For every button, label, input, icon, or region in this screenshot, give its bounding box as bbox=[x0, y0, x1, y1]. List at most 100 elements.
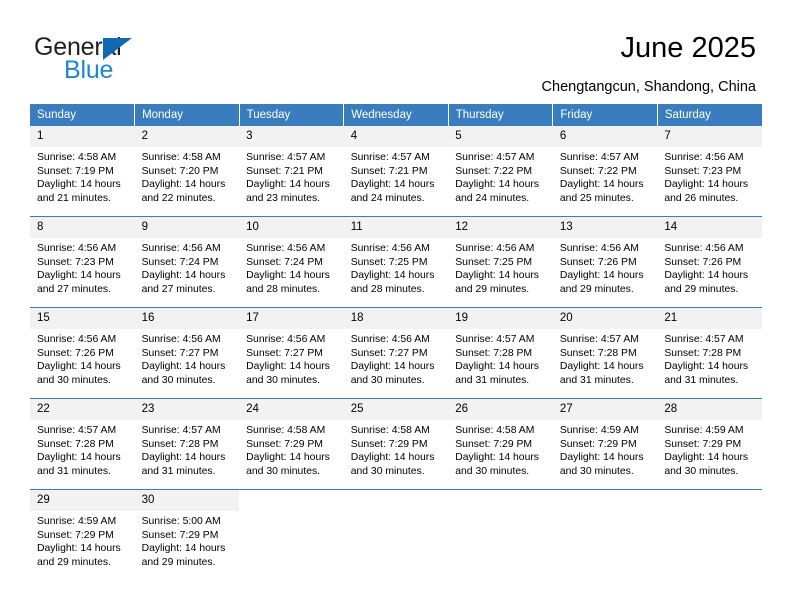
calendar-day-cell[interactable]: 10 Sunrise: 4:56 AM Sunset: 7:24 PM Dayligh… bbox=[239, 216, 344, 308]
calendar-day-cell[interactable]: 22 Sunrise: 4:57 AM Sunset: 7:28 PM Dayligh… bbox=[30, 398, 135, 490]
sunset-text: Sunset: 7:25 PM bbox=[350, 256, 428, 268]
day-number: 20 bbox=[552, 308, 658, 329]
sunset-text: Sunset: 7:28 PM bbox=[37, 438, 114, 450]
calendar-day-cell-empty bbox=[657, 489, 762, 580]
sunset-text: Sunset: 7:27 PM bbox=[246, 347, 323, 359]
daylight-text-line2: and 21 minutes. bbox=[37, 192, 111, 204]
calendar-day-cell[interactable]: 24 Sunrise: 4:58 AM Sunset: 7:29 PM Dayligh… bbox=[239, 398, 344, 490]
calendar-day-cell[interactable]: 4 Sunrise: 4:57 AM Sunset: 7:21 PM Daylight… bbox=[343, 126, 449, 217]
day-details: Sunrise: 4:56 AM Sunset: 7:26 PM Daylight:… bbox=[30, 329, 135, 387]
sunset-text: Sunset: 7:29 PM bbox=[455, 438, 533, 450]
calendar-day-cell[interactable]: 14 Sunrise: 4:56 AM Sunset: 7:26 PM Dayligh… bbox=[657, 216, 762, 308]
sunset-text: Sunset: 7:21 PM bbox=[350, 165, 428, 177]
daylight-text-line2: and 29 minutes. bbox=[664, 283, 739, 295]
day-number: 7 bbox=[657, 126, 762, 147]
calendar-day-cell[interactable]: 12 Sunrise: 4:56 AM Sunset: 7:25 PM Dayligh… bbox=[448, 216, 553, 308]
day-details: Sunrise: 4:57 AM Sunset: 7:22 PM Daylight:… bbox=[448, 147, 553, 205]
calendar-day-cell[interactable]: 29 Sunrise: 4:59 AM Sunset: 7:29 PM Dayligh… bbox=[30, 489, 135, 580]
day-number: 24 bbox=[239, 399, 344, 420]
general-blue-logo[interactable]: General Blue bbox=[34, 33, 254, 85]
day-number: 13 bbox=[552, 217, 658, 238]
calendar-day-cell[interactable]: 9 Sunrise: 4:56 AM Sunset: 7:24 PM Daylight… bbox=[134, 216, 240, 308]
calendar-day-cell[interactable]: 21 Sunrise: 4:57 AM Sunset: 7:28 PM Dayligh… bbox=[657, 307, 762, 399]
day-number: 22 bbox=[30, 399, 135, 420]
calendar-day-cell[interactable]: 15 Sunrise: 4:56 AM Sunset: 7:26 PM Dayligh… bbox=[30, 307, 135, 399]
sunrise-text: Sunrise: 4:56 AM bbox=[455, 243, 535, 254]
day-number: 28 bbox=[657, 399, 762, 420]
calendar-day-cell[interactable]: 8 Sunrise: 4:56 AM Sunset: 7:23 PM Daylight… bbox=[30, 216, 135, 308]
calendar-day-cell[interactable]: 13 Sunrise: 4:56 AM Sunset: 7:26 PM Dayligh… bbox=[552, 216, 658, 308]
calendar-day-cell[interactable]: 1 Sunrise: 4:58 AM Sunset: 7:19 PM Daylight… bbox=[30, 126, 135, 217]
daylight-text-line1: Daylight: 14 hours bbox=[559, 270, 644, 282]
sunset-text: Sunset: 7:29 PM bbox=[559, 438, 637, 450]
calendar-day-cell-empty bbox=[448, 489, 553, 580]
daylight-text-line1: Daylight: 14 hours bbox=[664, 361, 749, 373]
sunset-text: Sunset: 7:26 PM bbox=[37, 347, 114, 359]
sunrise-text: Sunrise: 4:59 AM bbox=[559, 425, 639, 436]
calendar-day-cell[interactable]: 27 Sunrise: 4:59 AM Sunset: 7:29 PM Dayligh… bbox=[552, 398, 658, 490]
calendar-day-cell[interactable]: 18 Sunrise: 4:56 AM Sunset: 7:27 PM Dayligh… bbox=[343, 307, 449, 399]
day-number: 12 bbox=[448, 217, 553, 238]
sunrise-text: Sunrise: 4:56 AM bbox=[246, 334, 326, 345]
sunrise-text: Sunrise: 4:56 AM bbox=[246, 243, 326, 254]
day-number: 18 bbox=[343, 308, 449, 329]
day-number: 4 bbox=[343, 126, 449, 147]
day-details: Sunrise: 4:57 AM Sunset: 7:28 PM Daylight:… bbox=[30, 420, 135, 478]
daylight-text-line1: Daylight: 14 hours bbox=[246, 452, 330, 464]
calendar-day-cell[interactable]: 19 Sunrise: 4:57 AM Sunset: 7:28 PM Dayligh… bbox=[448, 307, 553, 399]
day-number: 21 bbox=[657, 308, 762, 329]
day-number: 17 bbox=[239, 308, 344, 329]
day-number: 25 bbox=[343, 399, 449, 420]
day-details: Sunrise: 4:58 AM Sunset: 7:29 PM Daylight:… bbox=[344, 420, 449, 478]
sunset-text: Sunset: 7:29 PM bbox=[37, 529, 114, 541]
daylight-text-line2: and 29 minutes. bbox=[37, 556, 111, 568]
sunrise-text: Sunrise: 4:57 AM bbox=[141, 425, 221, 436]
sunrise-text: Sunrise: 4:57 AM bbox=[455, 152, 535, 163]
day-details: Sunrise: 5:00 AM Sunset: 7:29 PM Daylight:… bbox=[135, 511, 240, 569]
sunset-text: Sunset: 7:22 PM bbox=[455, 165, 533, 177]
sunrise-text: Sunrise: 4:59 AM bbox=[664, 425, 744, 436]
calendar-page: General Blue June 2025 Chengtangcun, Sha… bbox=[0, 0, 792, 612]
daylight-text-line1: Daylight: 14 hours bbox=[246, 361, 330, 373]
calendar-day-cell[interactable]: 16 Sunrise: 4:56 AM Sunset: 7:27 PM Dayligh… bbox=[134, 307, 240, 399]
sunset-text: Sunset: 7:28 PM bbox=[559, 347, 637, 359]
calendar-day-cell[interactable]: 17 Sunrise: 4:56 AM Sunset: 7:27 PM Dayligh… bbox=[239, 307, 344, 399]
sunset-text: Sunset: 7:23 PM bbox=[37, 256, 114, 268]
daylight-text-line2: and 23 minutes. bbox=[246, 192, 321, 204]
day-details: Sunrise: 4:56 AM Sunset: 7:27 PM Daylight:… bbox=[344, 329, 449, 387]
calendar-day-cell[interactable]: 25 Sunrise: 4:58 AM Sunset: 7:29 PM Dayligh… bbox=[343, 398, 449, 490]
calendar-day-cell[interactable]: 3 Sunrise: 4:57 AM Sunset: 7:21 PM Daylight… bbox=[239, 126, 344, 217]
daylight-text-line2: and 30 minutes. bbox=[246, 465, 321, 477]
sunrise-text: Sunrise: 4:57 AM bbox=[559, 334, 639, 345]
calendar-grid: Sunday Monday Tuesday Wednesday Thursday… bbox=[30, 104, 762, 580]
day-details: Sunrise: 4:56 AM Sunset: 7:26 PM Daylight:… bbox=[553, 238, 658, 296]
calendar-day-cell[interactable]: 26 Sunrise: 4:58 AM Sunset: 7:29 PM Dayligh… bbox=[448, 398, 553, 490]
calendar-day-cell[interactable]: 28 Sunrise: 4:59 AM Sunset: 7:29 PM Dayligh… bbox=[657, 398, 762, 490]
sunset-text: Sunset: 7:29 PM bbox=[664, 438, 742, 450]
calendar-day-cell[interactable]: 20 Sunrise: 4:57 AM Sunset: 7:28 PM Dayligh… bbox=[552, 307, 658, 399]
day-number: 27 bbox=[552, 399, 658, 420]
daylight-text-line1: Daylight: 14 hours bbox=[141, 361, 226, 373]
daylight-text-line1: Daylight: 14 hours bbox=[141, 543, 226, 555]
day-details: Sunrise: 4:57 AM Sunset: 7:21 PM Daylight:… bbox=[239, 147, 344, 205]
calendar-day-cell[interactable]: 23 Sunrise: 4:57 AM Sunset: 7:28 PM Dayligh… bbox=[134, 398, 240, 490]
page-subtitle-location: Chengtangcun, Shandong, China bbox=[541, 79, 756, 95]
calendar-day-cell[interactable]: 7 Sunrise: 4:56 AM Sunset: 7:23 PM Daylight… bbox=[657, 126, 762, 217]
calendar-day-cell[interactable]: 6 Sunrise: 4:57 AM Sunset: 7:22 PM Daylight… bbox=[552, 126, 658, 217]
weekday-header-monday: Monday bbox=[134, 104, 240, 126]
sunrise-text: Sunrise: 4:59 AM bbox=[37, 516, 117, 527]
daylight-text-line2: and 24 minutes. bbox=[350, 192, 425, 204]
calendar-week-row: 22 Sunrise: 4:57 AM Sunset: 7:28 PM Dayligh… bbox=[30, 398, 762, 490]
calendar-day-cell[interactable]: 30 Sunrise: 5:00 AM Sunset: 7:29 PM Dayligh… bbox=[134, 489, 240, 580]
calendar-day-cell[interactable]: 11 Sunrise: 4:56 AM Sunset: 7:25 PM Dayligh… bbox=[343, 216, 449, 308]
sunrise-text: Sunrise: 4:56 AM bbox=[37, 334, 117, 345]
calendar-day-cell[interactable]: 5 Sunrise: 4:57 AM Sunset: 7:22 PM Daylight… bbox=[448, 126, 553, 217]
calendar-day-cell[interactable]: 2 Sunrise: 4:58 AM Sunset: 7:20 PM Daylight… bbox=[134, 126, 240, 217]
sunrise-text: Sunrise: 4:56 AM bbox=[350, 334, 430, 345]
sunset-text: Sunset: 7:19 PM bbox=[37, 165, 114, 177]
daylight-text-line1: Daylight: 14 hours bbox=[37, 270, 121, 282]
daylight-text-line1: Daylight: 14 hours bbox=[141, 179, 226, 191]
daylight-text-line1: Daylight: 14 hours bbox=[559, 452, 644, 464]
day-number: 3 bbox=[239, 126, 344, 147]
day-details: Sunrise: 4:56 AM Sunset: 7:23 PM Daylight:… bbox=[657, 147, 762, 205]
